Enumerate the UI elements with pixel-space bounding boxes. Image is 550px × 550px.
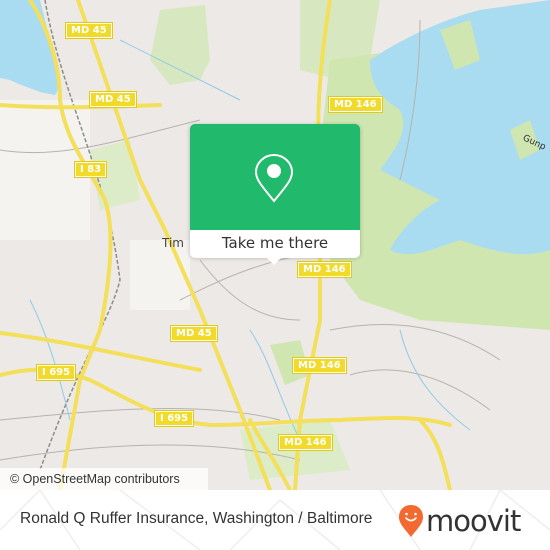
road-shield-md146: MD 146: [278, 434, 333, 451]
road-shield-i695: I 695: [153, 410, 195, 427]
road-shield-i695: I 695: [35, 364, 77, 381]
place-label-timonium: Tim: [162, 236, 184, 250]
moovit-logo[interactable]: moovit: [398, 504, 521, 538]
water-reservoir-west: [0, 0, 59, 95]
take-me-there-button[interactable]: Take me there: [190, 230, 360, 258]
road-shield-md45: MD 45: [170, 325, 218, 342]
map-attribution[interactable]: © OpenStreetMap contributors: [0, 468, 208, 490]
moovit-pin-icon: [399, 505, 423, 537]
road-shield-md146: MD 146: [297, 261, 352, 278]
footer-bar: Ronald Q Ruffer Insurance, Washington / …: [0, 490, 550, 550]
popup-pointer: [266, 257, 282, 265]
take-me-there-popup[interactable]: Take me there: [190, 124, 360, 265]
location-pin-icon: [254, 153, 294, 203]
road-shield-md146: MD 146: [292, 357, 347, 374]
popup-header[interactable]: [190, 124, 360, 230]
road-shield-i83: I 83: [73, 161, 108, 178]
location-title: Ronald Q Ruffer Insurance, Washington / …: [20, 510, 373, 527]
road-shield-md146: MD 146: [328, 96, 383, 113]
moovit-wordmark: moovit: [426, 504, 521, 538]
road-shield-md45: MD 45: [89, 91, 137, 108]
park-area: [150, 5, 210, 85]
road-shield-md45: MD 45: [65, 22, 113, 39]
